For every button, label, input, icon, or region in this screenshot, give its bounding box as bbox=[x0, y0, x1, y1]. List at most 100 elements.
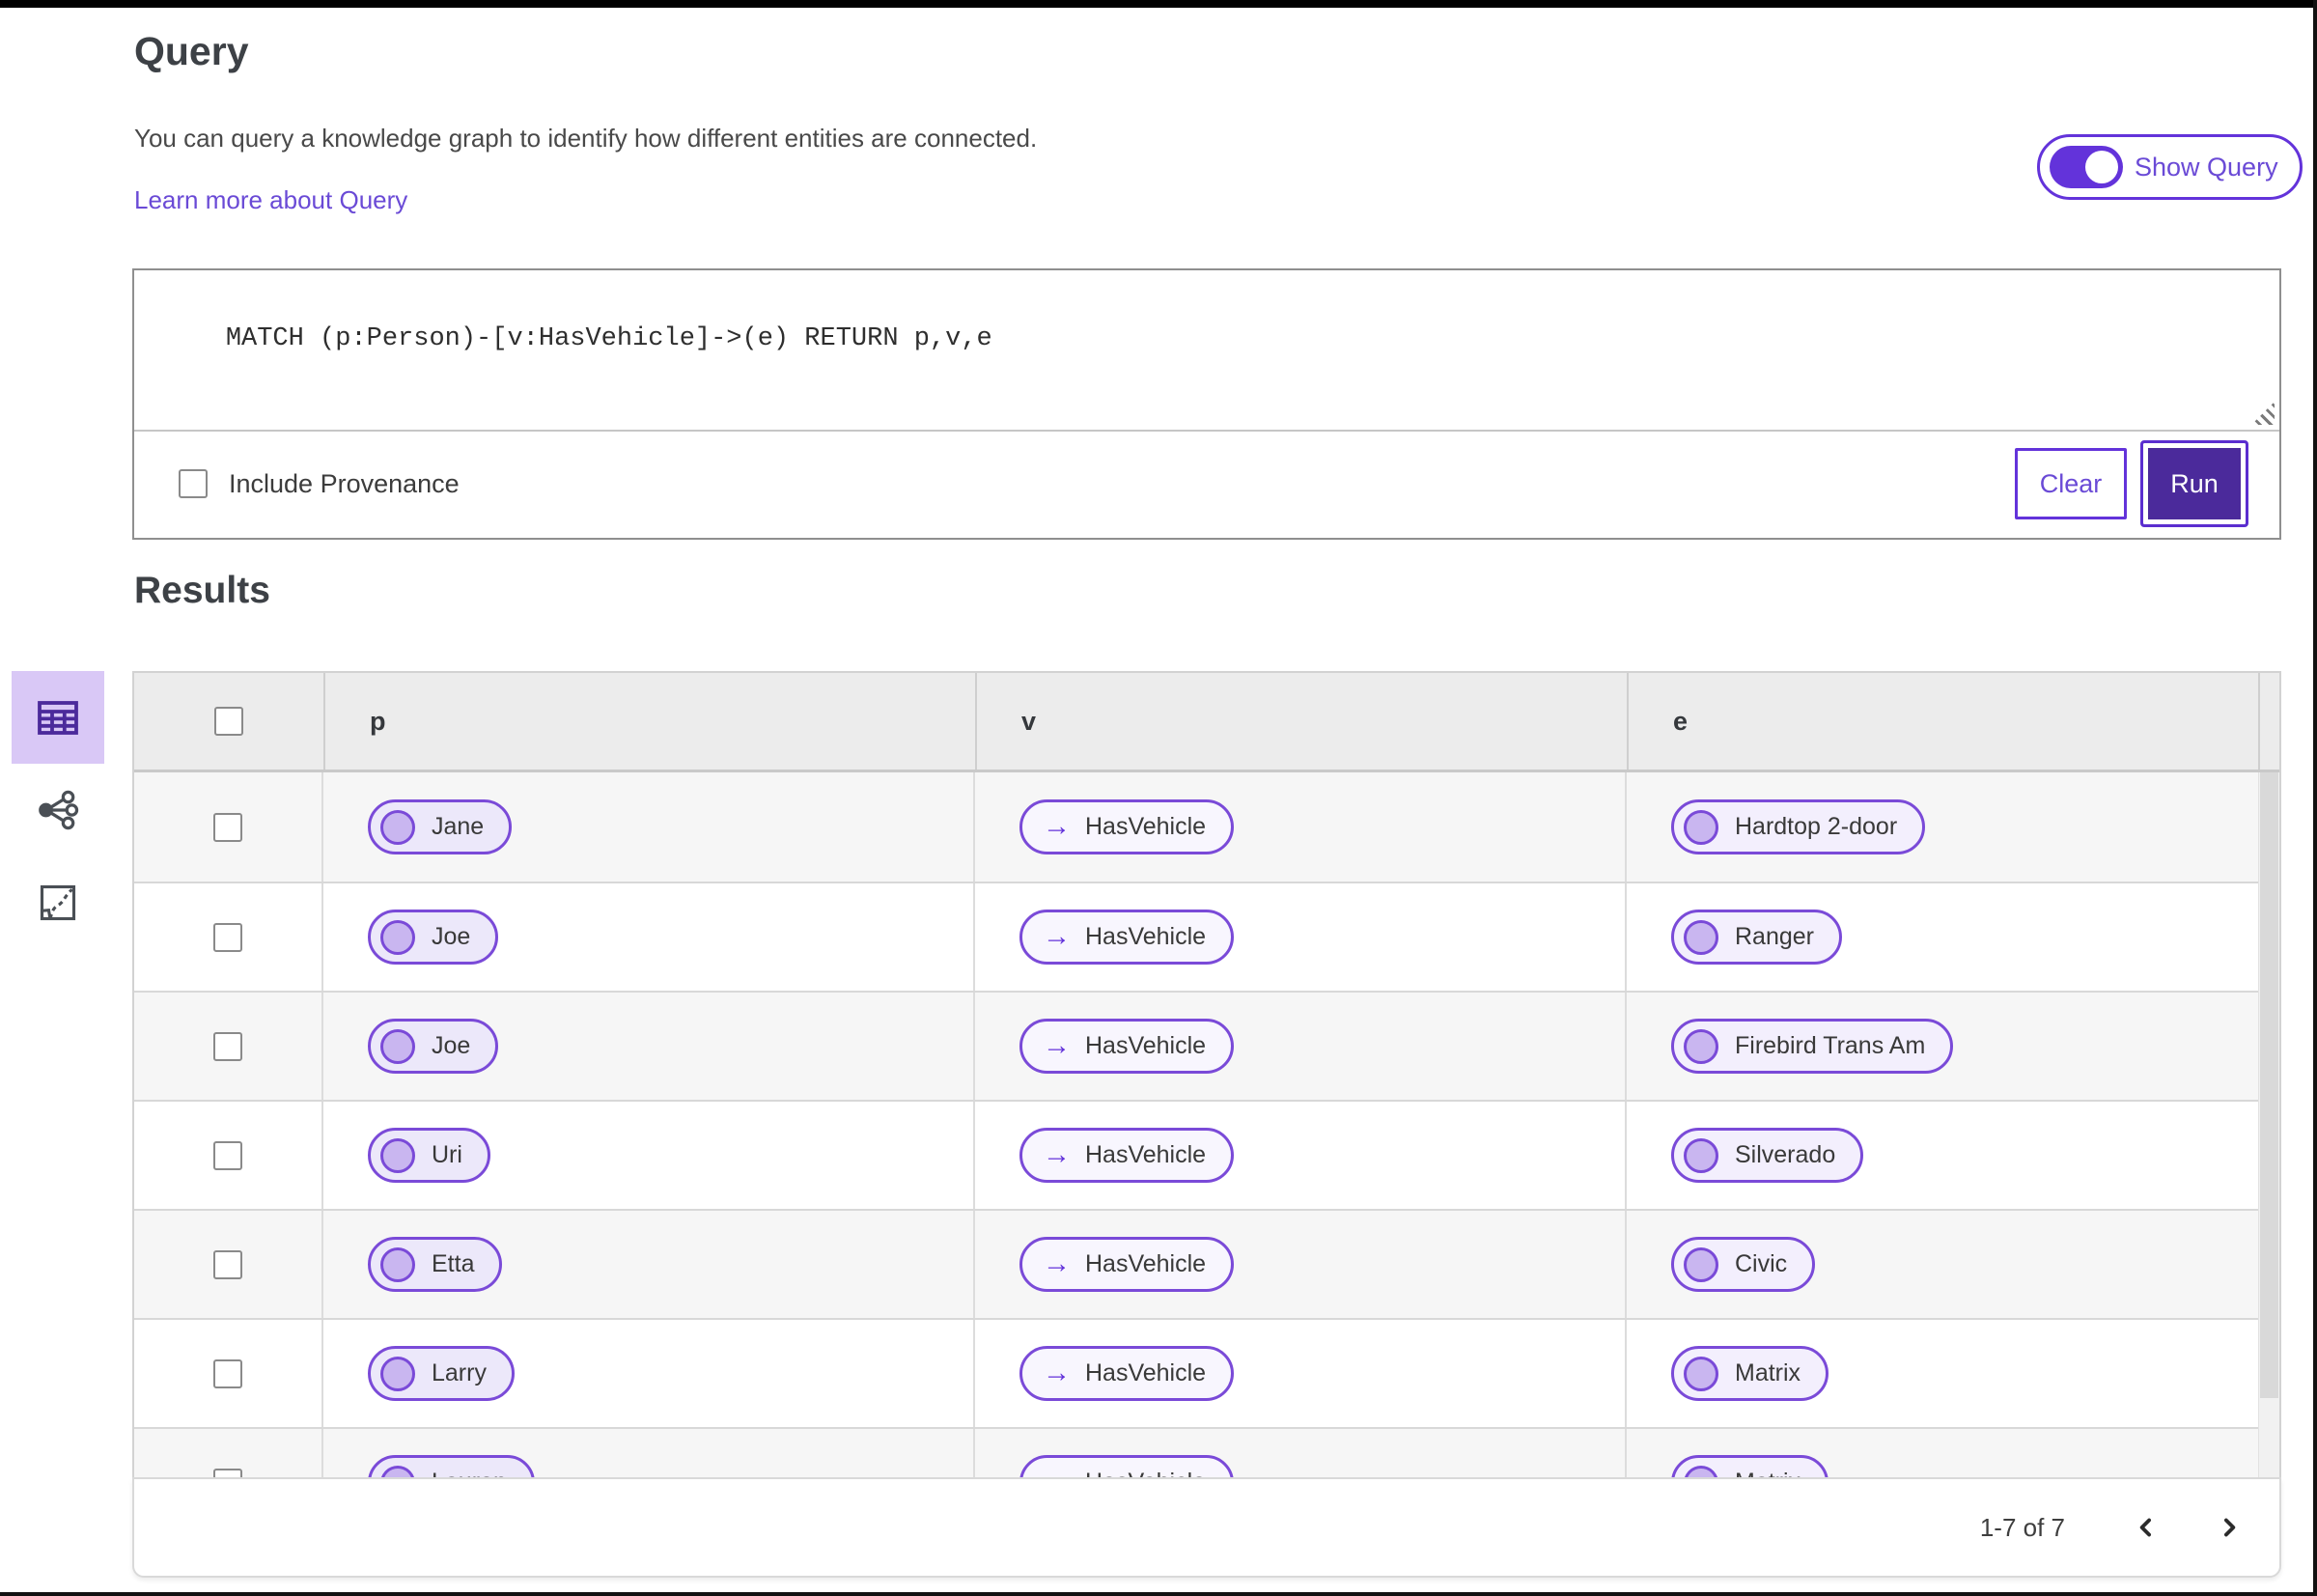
row-checkbox[interactable] bbox=[213, 1249, 242, 1279]
table-row: Lauren → HasVehicle Matrix bbox=[134, 1427, 2279, 1477]
relationship-pill[interactable]: → HasVehicle bbox=[1019, 1019, 1235, 1074]
node-circle-icon bbox=[380, 809, 415, 845]
page-description: You can query a knowledge graph to ident… bbox=[134, 124, 1038, 153]
learn-more-link[interactable]: Learn more about Query bbox=[134, 185, 407, 215]
chevron-right-icon bbox=[2224, 1518, 2236, 1537]
header-scrollbar-spacer bbox=[2258, 673, 2279, 770]
relationship-pill[interactable]: → HasVehicle bbox=[1019, 799, 1235, 854]
cell-v: → HasVehicle bbox=[975, 1320, 1627, 1427]
node-circle-icon bbox=[1684, 1137, 1718, 1173]
window-right-edge bbox=[2313, 0, 2317, 1596]
table-row: Uri → HasVehicle Silverado bbox=[134, 1100, 2279, 1209]
person-node-pill[interactable]: Jane bbox=[368, 799, 513, 854]
chevron-left-icon bbox=[2139, 1518, 2151, 1537]
run-button[interactable]: Run bbox=[2140, 440, 2248, 527]
row-checkbox[interactable] bbox=[213, 1468, 242, 1477]
person-node-pill[interactable]: Uri bbox=[368, 1128, 490, 1183]
query-editor-panel: MATCH (p:Person)-[v:HasVehicle]->(e) RET… bbox=[132, 268, 2281, 540]
results-table-header: p v e bbox=[134, 673, 2279, 772]
entity-node-pill[interactable]: Silverado bbox=[1671, 1128, 1864, 1183]
relationship-pill[interactable]: → HasVehicle bbox=[1019, 910, 1235, 965]
query-text: MATCH (p:Person)-[v:HasVehicle]->(e) RET… bbox=[225, 324, 992, 353]
relationship-pill[interactable]: → HasVehicle bbox=[1019, 1237, 1235, 1292]
cell-e: Civic bbox=[1627, 1211, 2279, 1318]
map-icon bbox=[40, 884, 76, 921]
person-node-pill[interactable]: Joe bbox=[368, 910, 499, 965]
include-provenance-checkbox[interactable] bbox=[179, 469, 208, 498]
query-textarea[interactable]: MATCH (p:Person)-[v:HasVehicle]->(e) RET… bbox=[134, 270, 2279, 432]
cell-v: → HasVehicle bbox=[975, 1429, 1627, 1477]
cell-p: Joe bbox=[323, 883, 975, 991]
node-circle-icon bbox=[1684, 1465, 1718, 1477]
row-checkbox[interactable] bbox=[213, 1031, 242, 1061]
row-checkbox[interactable] bbox=[213, 1358, 242, 1388]
row-checkbox[interactable] bbox=[213, 1140, 242, 1170]
page-title: Query bbox=[134, 29, 249, 73]
next-page-button[interactable] bbox=[2208, 1506, 2250, 1549]
cell-e: Firebird Trans Am bbox=[1627, 993, 2279, 1100]
scrollbar-thumb[interactable] bbox=[2260, 772, 2278, 1398]
select-all-checkbox[interactable] bbox=[214, 707, 243, 736]
resize-handle-icon[interactable] bbox=[2251, 402, 2275, 425]
include-provenance-label: Include Provenance bbox=[229, 468, 460, 498]
arrow-right-icon: → bbox=[1043, 921, 1071, 952]
show-query-toggle[interactable]: Show Query bbox=[2037, 134, 2303, 200]
entity-node-pill[interactable]: Matrix bbox=[1671, 1346, 1829, 1401]
cell-p: Lauren bbox=[323, 1429, 975, 1477]
table-row: Joe → HasVehicle Ranger bbox=[134, 882, 2279, 991]
cell-p: Uri bbox=[323, 1102, 975, 1209]
pagination-range: 1-7 of 7 bbox=[1979, 1512, 2065, 1542]
map-view-button[interactable] bbox=[12, 856, 104, 949]
cell-e: Ranger bbox=[1627, 883, 2279, 991]
table-icon bbox=[38, 701, 78, 735]
arrow-right-icon: → bbox=[1043, 1139, 1071, 1170]
person-node-pill[interactable]: Joe bbox=[368, 1019, 499, 1074]
arrow-right-icon: → bbox=[1043, 811, 1071, 842]
relationship-pill[interactable]: → HasVehicle bbox=[1019, 1346, 1235, 1401]
person-node-pill[interactable]: Larry bbox=[368, 1346, 515, 1401]
person-node-pill[interactable]: Lauren bbox=[368, 1455, 535, 1477]
cell-e: Matrix bbox=[1627, 1429, 2279, 1477]
results-view-switcher bbox=[12, 671, 104, 949]
show-query-label: Show Query bbox=[2135, 152, 2278, 182]
cell-v: → HasVehicle bbox=[975, 993, 1627, 1100]
arrow-right-icon: → bbox=[1043, 1469, 1071, 1478]
arrow-right-icon: → bbox=[1043, 1248, 1071, 1279]
results-title: Results bbox=[134, 570, 270, 611]
node-circle-icon bbox=[380, 1246, 415, 1282]
row-checkbox-cell bbox=[134, 772, 323, 882]
results-table: p v e Jane → HasVehicle Hardtop 2-door J… bbox=[132, 671, 2281, 1477]
window-top-edge bbox=[0, 0, 2317, 8]
entity-node-pill[interactable]: Civic bbox=[1671, 1237, 1816, 1292]
entity-node-pill[interactable]: Hardtop 2-door bbox=[1671, 799, 1926, 854]
column-header-v: v bbox=[975, 673, 1627, 770]
graph-view-button[interactable] bbox=[12, 764, 104, 856]
vertical-scrollbar[interactable] bbox=[2258, 772, 2279, 1477]
table-view-button[interactable] bbox=[12, 671, 104, 764]
cell-p: Joe bbox=[323, 993, 975, 1100]
relationship-pill[interactable]: → HasVehicle bbox=[1019, 1455, 1235, 1478]
select-all-cell bbox=[134, 673, 323, 770]
previous-page-button[interactable] bbox=[2125, 1506, 2167, 1549]
clear-button[interactable]: Clear bbox=[2015, 448, 2127, 519]
entity-node-pill[interactable]: Firebird Trans Am bbox=[1671, 1019, 1954, 1074]
column-header-p: p bbox=[323, 673, 975, 770]
row-checkbox-cell bbox=[134, 883, 323, 991]
node-circle-icon bbox=[1684, 809, 1718, 845]
entity-node-pill[interactable]: Ranger bbox=[1671, 910, 1842, 965]
node-circle-icon bbox=[1684, 1246, 1718, 1282]
node-circle-icon bbox=[1684, 919, 1718, 955]
row-checkbox[interactable] bbox=[213, 812, 242, 842]
toggle-knob bbox=[2085, 151, 2118, 183]
table-row: Etta → HasVehicle Civic bbox=[134, 1209, 2279, 1318]
window-bottom-edge bbox=[0, 1592, 2317, 1596]
entity-node-pill[interactable]: Matrix bbox=[1671, 1455, 1829, 1477]
graph-icon bbox=[39, 790, 79, 830]
pagination-bar: 1-7 of 7 bbox=[132, 1477, 2281, 1578]
cell-e: Hardtop 2-door bbox=[1627, 772, 2279, 882]
node-circle-icon bbox=[380, 919, 415, 955]
row-checkbox[interactable] bbox=[213, 922, 242, 952]
toggle-switch-icon[interactable] bbox=[2050, 146, 2123, 188]
relationship-pill[interactable]: → HasVehicle bbox=[1019, 1128, 1235, 1183]
person-node-pill[interactable]: Etta bbox=[368, 1237, 503, 1292]
